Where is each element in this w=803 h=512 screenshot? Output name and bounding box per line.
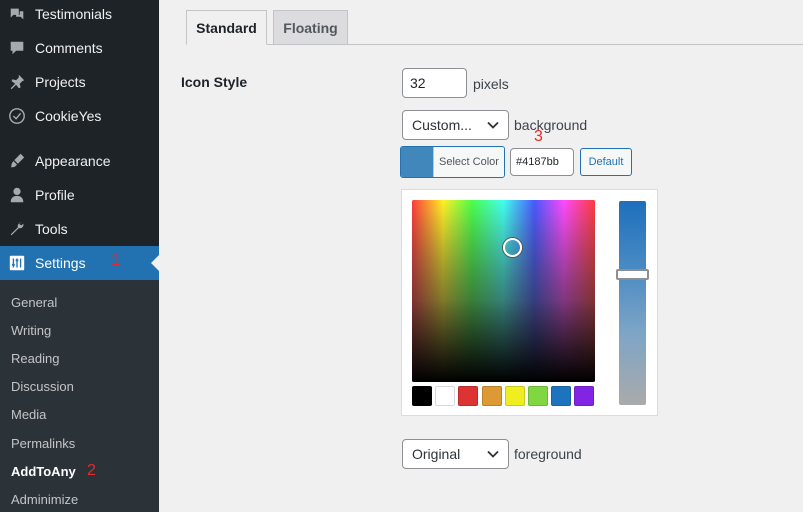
color-slider[interactable] xyxy=(616,201,649,405)
menu-label: Tools xyxy=(35,221,68,237)
annotation-2: 2 xyxy=(87,462,96,479)
palette-swatch[interactable] xyxy=(458,386,479,406)
admin-sidebar: Testimonials Comments Projects CookieYes… xyxy=(0,0,159,512)
default-color-button[interactable]: Default xyxy=(580,148,632,176)
chevron-down-icon xyxy=(487,121,499,129)
active-indicator xyxy=(151,255,159,271)
chevron-down-icon xyxy=(487,450,499,458)
testimonials-icon xyxy=(7,4,27,24)
foreground-label: foreground xyxy=(514,446,582,462)
brush-icon xyxy=(7,151,27,171)
menu-item-cookieyes[interactable]: CookieYes xyxy=(0,99,159,133)
background-label: background xyxy=(514,117,588,133)
color-square-handle[interactable] xyxy=(503,237,523,257)
color-square-gradient xyxy=(412,200,595,382)
settings-icon xyxy=(7,253,27,273)
menu-item-testimonials[interactable]: Testimonials xyxy=(0,0,159,31)
color-palette xyxy=(412,386,598,406)
menu-item-projects[interactable]: Projects xyxy=(0,65,159,99)
palette-swatch[interactable] xyxy=(481,386,502,406)
menu-label: Appearance xyxy=(35,153,111,169)
cookie-icon xyxy=(7,106,27,126)
submenu-general[interactable]: General xyxy=(11,295,57,310)
palette-swatch[interactable] xyxy=(527,386,548,406)
background-select-value: Custom... xyxy=(412,117,472,133)
main-content: Standard Floating Icon Style 32 pixels C… xyxy=(159,0,803,512)
foreground-select-value: Original xyxy=(412,446,461,462)
settings-submenu: General Writing Reading Discussion Media… xyxy=(0,280,159,512)
palette-swatch[interactable] xyxy=(412,386,432,406)
menu-item-comments[interactable]: Comments xyxy=(0,31,159,65)
menu-item-tools[interactable]: Tools xyxy=(0,212,159,246)
submenu-permalinks[interactable]: Permalinks xyxy=(11,436,75,451)
menu-item-profile[interactable]: Profile xyxy=(0,178,159,212)
annotation-1: 1 xyxy=(111,252,120,269)
menu-label: Settings xyxy=(35,255,86,271)
submenu-adminimize[interactable]: Adminimize xyxy=(11,492,78,507)
menu-label: Comments xyxy=(35,40,103,56)
select-color-button[interactable]: Select Color xyxy=(400,146,505,178)
menu-label: Testimonials xyxy=(35,6,113,22)
color-square[interactable] xyxy=(412,200,595,382)
hex-color-input[interactable]: #4187bb xyxy=(510,148,574,176)
color-picker xyxy=(401,189,658,416)
submenu-discussion[interactable]: Discussion xyxy=(11,379,74,394)
palette-swatch[interactable] xyxy=(435,386,456,406)
menu-label: Projects xyxy=(35,74,86,90)
palette-swatch[interactable] xyxy=(574,386,595,406)
annotation-3: 3 xyxy=(534,128,543,145)
tab-floating[interactable]: Floating xyxy=(273,10,348,45)
foreground-select[interactable]: Original xyxy=(402,439,509,469)
submenu-media[interactable]: Media xyxy=(11,407,46,422)
submenu-reading[interactable]: Reading xyxy=(11,351,59,366)
icon-style-label: Icon Style xyxy=(181,74,248,90)
menu-item-settings[interactable]: Settings xyxy=(0,246,159,280)
submenu-addtoany[interactable]: AddToAny xyxy=(11,464,76,479)
size-unit-label: pixels xyxy=(473,76,509,92)
menu-item-appearance[interactable]: Appearance xyxy=(0,144,159,178)
wrench-icon xyxy=(7,219,27,239)
user-icon xyxy=(7,185,27,205)
select-color-label: Select Color xyxy=(433,147,504,177)
slider-handle[interactable] xyxy=(616,268,649,280)
icon-size-input[interactable]: 32 xyxy=(402,68,467,98)
comment-icon xyxy=(7,38,27,58)
pin-icon xyxy=(7,72,27,92)
palette-swatch[interactable] xyxy=(504,386,525,406)
tab-standard[interactable]: Standard xyxy=(186,10,267,45)
palette-swatch[interactable] xyxy=(551,386,572,406)
menu-label: CookieYes xyxy=(35,108,102,124)
menu-label: Profile xyxy=(35,187,75,203)
current-color-swatch xyxy=(401,147,433,177)
background-select[interactable]: Custom... xyxy=(402,110,509,140)
submenu-writing[interactable]: Writing xyxy=(11,323,51,338)
